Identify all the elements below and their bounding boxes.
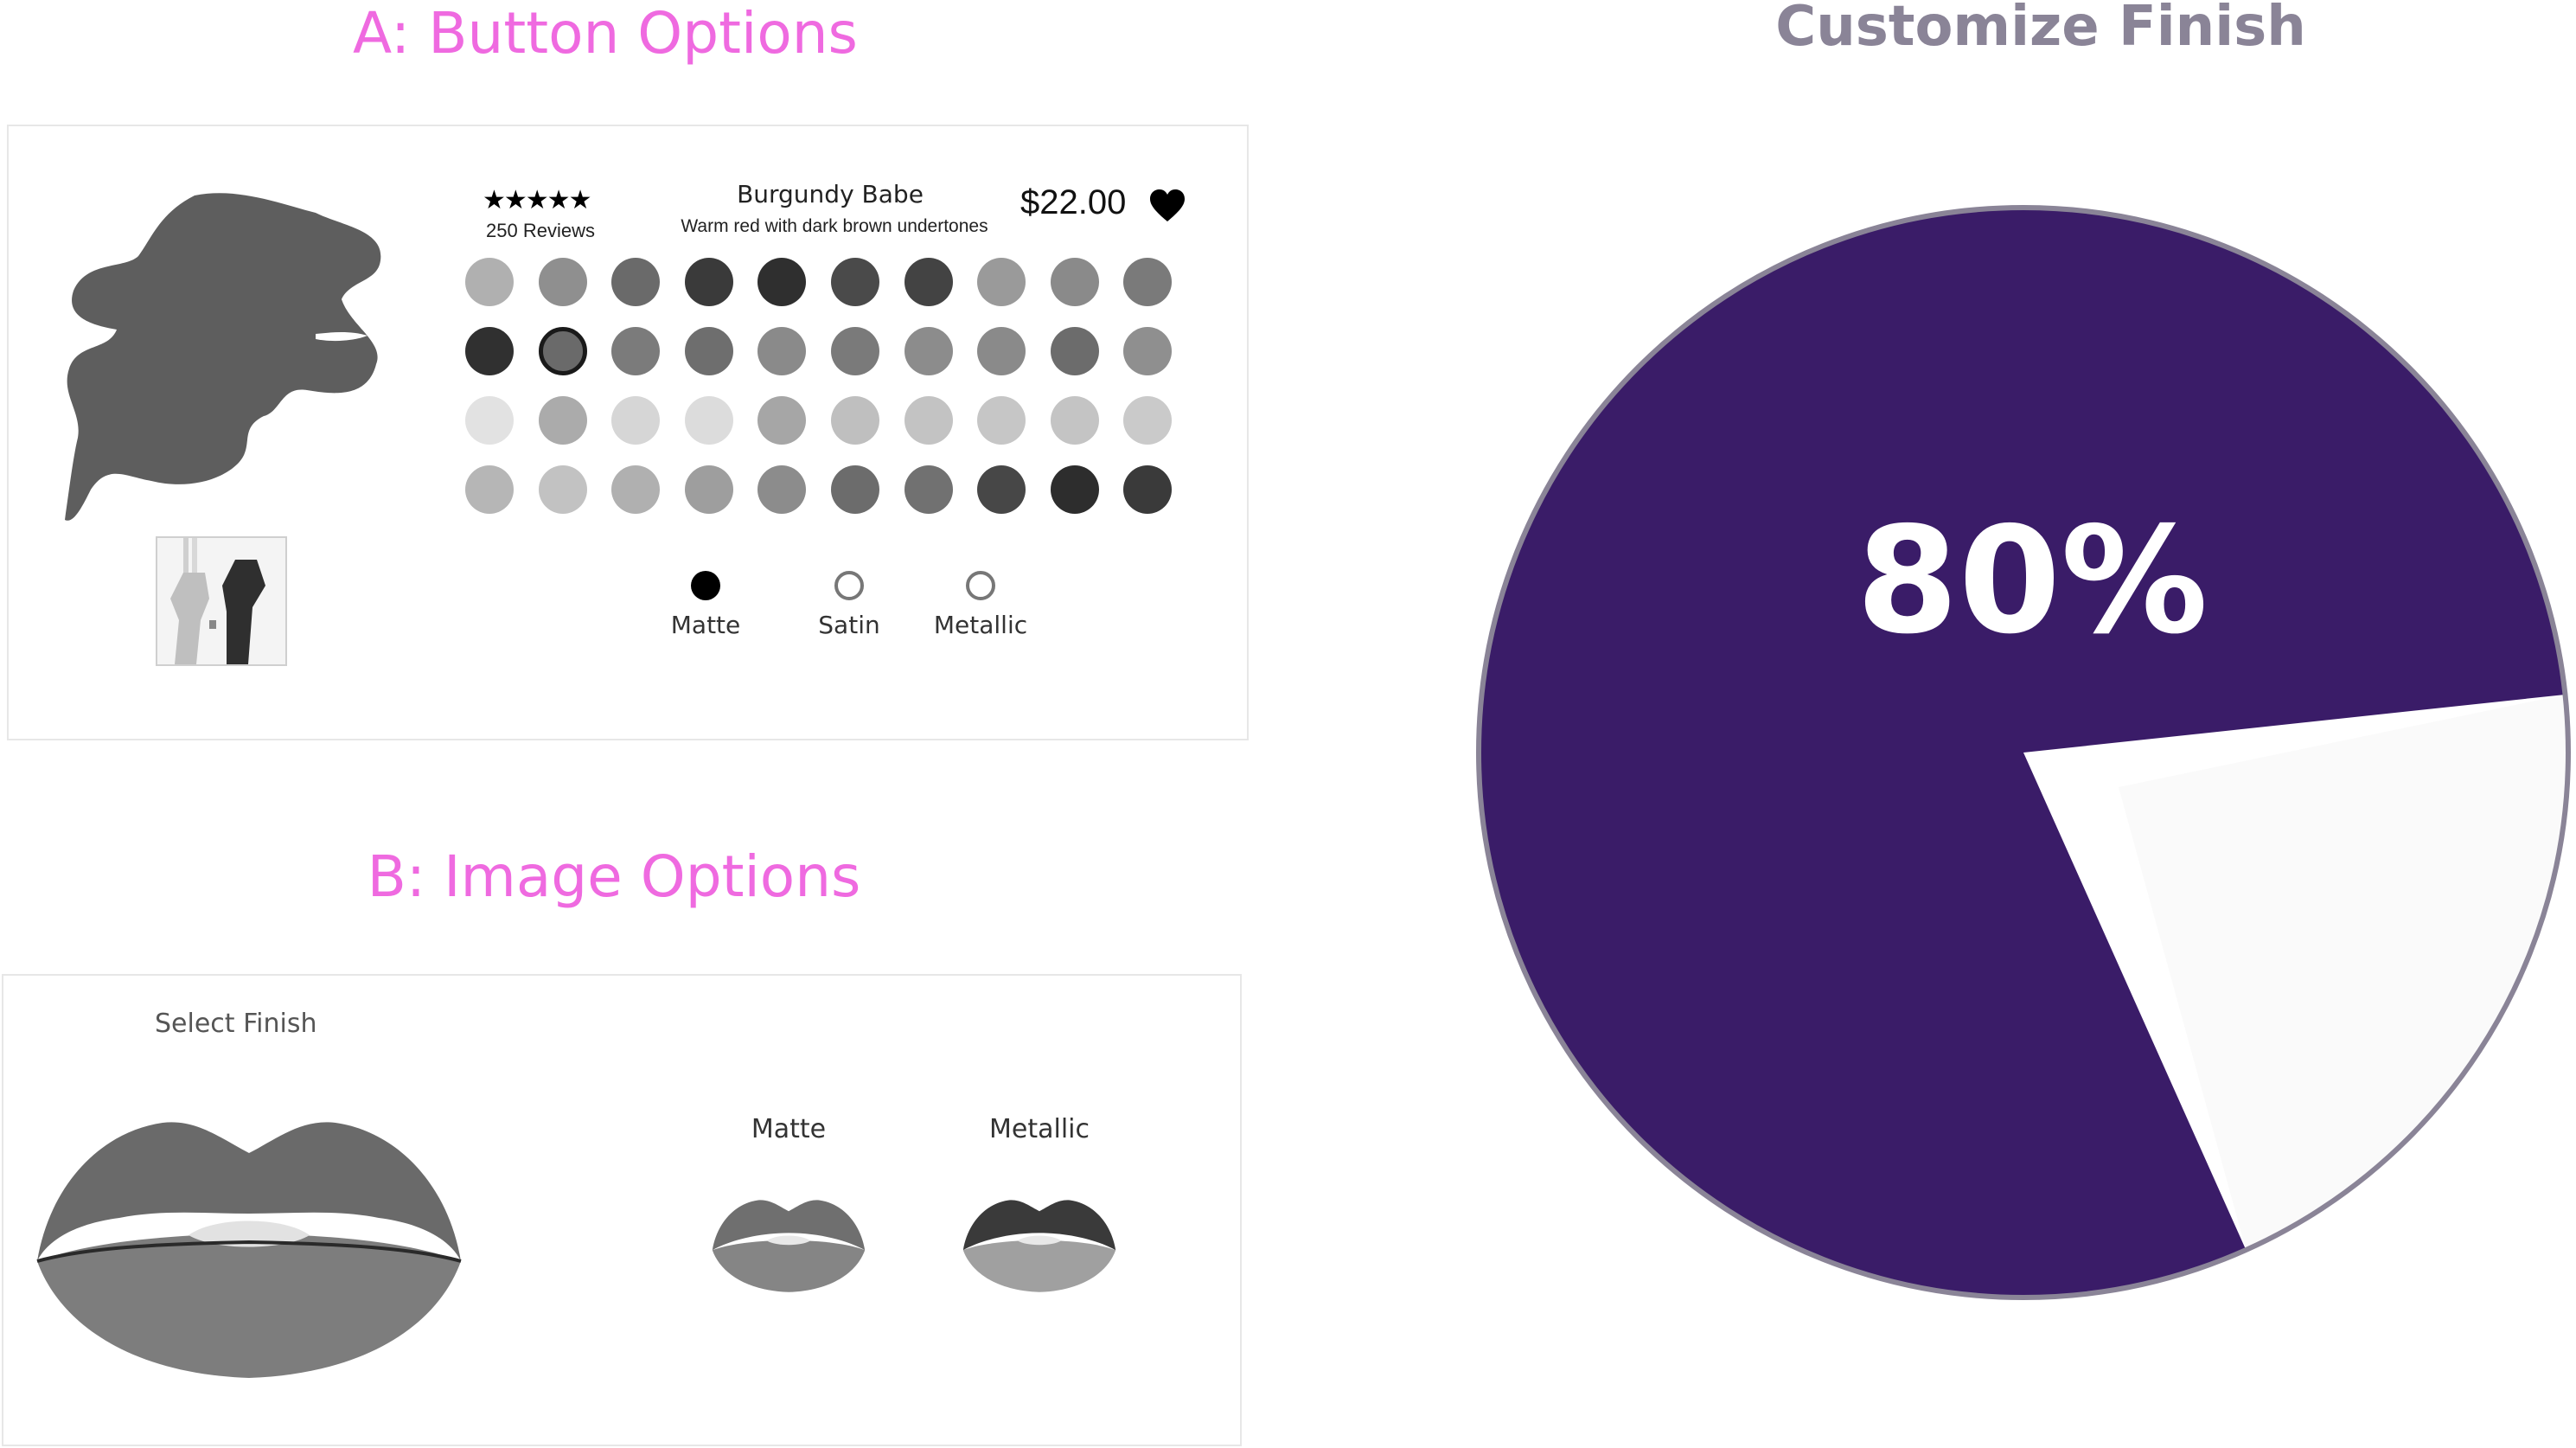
lip-finish-options: Matte Metallic bbox=[3, 976, 1240, 1445]
finish-label-satin: Satin bbox=[818, 611, 880, 639]
finish-radio-metallic[interactable] bbox=[966, 571, 995, 600]
pie-center-label: 80% bbox=[1857, 496, 2208, 667]
button-options-card: ★★★★★ 250 Reviews Burgundy Babe Warm red… bbox=[7, 125, 1249, 740]
section-a-heading: A: Button Options bbox=[353, 0, 858, 67]
section-b-heading: B: Image Options bbox=[367, 843, 861, 910]
finish-radio-satin[interactable] bbox=[834, 571, 864, 600]
pie-chart: 80% bbox=[1476, 205, 2571, 1300]
lip-option-matte-image[interactable] bbox=[711, 1192, 866, 1296]
lip-option-label-metallic: Metallic bbox=[989, 1114, 1090, 1144]
finish-label-metallic: Metallic bbox=[933, 611, 1028, 639]
chart-title: Customize Finish bbox=[1775, 0, 2306, 59]
finish-label-matte: Matte bbox=[670, 611, 741, 639]
lip-option-metallic-image[interactable] bbox=[962, 1192, 1117, 1296]
finish-radio-matte[interactable] bbox=[691, 571, 720, 600]
lip-option-label-matte: Matte bbox=[751, 1114, 827, 1144]
finish-radio-group: Matte Satin Metallic bbox=[9, 126, 1247, 739]
image-options-card: Select Finish Matte Metallic bbox=[2, 974, 1242, 1446]
